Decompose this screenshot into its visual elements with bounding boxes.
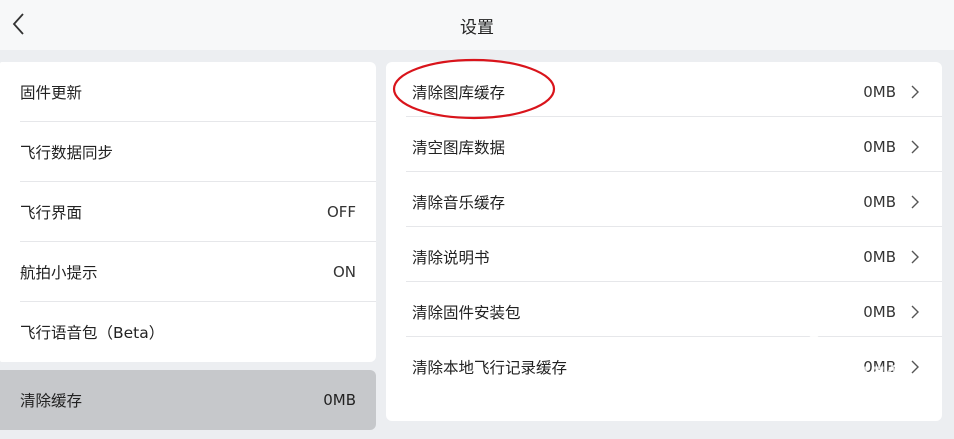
clear-manual-row[interactable]: 清除说明书 0MB — [386, 227, 942, 287]
row-label: 清空图库数据 — [412, 139, 506, 157]
chevron-right-icon — [911, 250, 919, 264]
menu-item-label: 固件更新 — [20, 84, 83, 102]
menu-item-label: 飞行语音包（Beta） — [20, 324, 165, 342]
row-size: 0MB — [863, 83, 896, 101]
row-size: 0MB — [863, 358, 896, 376]
settings-menu: 固件更新 飞行数据同步 飞行界面 OFF 航拍小提示 ON 飞行语音包（Beta… — [0, 62, 376, 362]
menu-item-flight-interface[interactable]: 飞行界面 OFF — [0, 182, 376, 242]
page-title: 设置 — [460, 18, 494, 38]
menu-item-aerial-tips[interactable]: 航拍小提示 ON — [0, 242, 376, 302]
chevron-right-icon — [911, 140, 919, 154]
row-label: 清除固件安装包 — [412, 304, 521, 322]
chevron-right-icon — [911, 360, 919, 374]
row-label: 清除说明书 — [412, 249, 490, 267]
row-size: 0MB — [863, 248, 896, 266]
clear-flight-record-cache-row[interactable]: 清除本地飞行记录缓存 0MB — [386, 337, 942, 397]
row-size: 0MB — [863, 193, 896, 211]
clear-firmware-package-row[interactable]: 清除固件安装包 0MB — [386, 282, 942, 342]
row-label: 清除音乐缓存 — [412, 194, 506, 212]
cache-panel: 清除图库缓存 0MB 清空图库数据 0MB 清除音乐缓存 0MB 清除说明书 0… — [386, 62, 942, 421]
menu-item-label: 航拍小提示 — [20, 264, 98, 282]
chevron-right-icon — [911, 305, 919, 319]
menu-item-flight-data-sync[interactable]: 飞行数据同步 — [0, 122, 376, 182]
clear-gallery-cache-row[interactable]: 清除图库缓存 0MB — [386, 62, 942, 122]
row-size: 0MB — [863, 303, 896, 321]
row-label: 清除图库缓存 — [412, 84, 506, 102]
top-bar: 设置 — [0, 0, 954, 50]
menu-item-value: OFF — [326, 203, 356, 221]
menu-item-value: 0MB — [323, 391, 356, 409]
chevron-right-icon — [911, 195, 919, 209]
menu-item-value: ON — [332, 263, 356, 281]
menu-item-label: 清除缓存 — [20, 392, 83, 410]
row-label: 清除本地飞行记录缓存 — [412, 359, 568, 377]
clear-music-cache-row[interactable]: 清除音乐缓存 0MB — [386, 172, 942, 232]
menu-item-voice-pack[interactable]: 飞行语音包（Beta） — [0, 302, 376, 362]
menu-item-clear-cache[interactable]: 清除缓存 0MB — [0, 370, 376, 430]
row-size: 0MB — [863, 138, 896, 156]
menu-item-label: 飞行数据同步 — [20, 144, 114, 162]
chevron-right-icon — [911, 85, 919, 99]
clear-gallery-data-row[interactable]: 清空图库数据 0MB — [386, 117, 942, 177]
menu-item-label: 飞行界面 — [20, 204, 83, 222]
menu-item-firmware-update[interactable]: 固件更新 — [0, 62, 376, 122]
